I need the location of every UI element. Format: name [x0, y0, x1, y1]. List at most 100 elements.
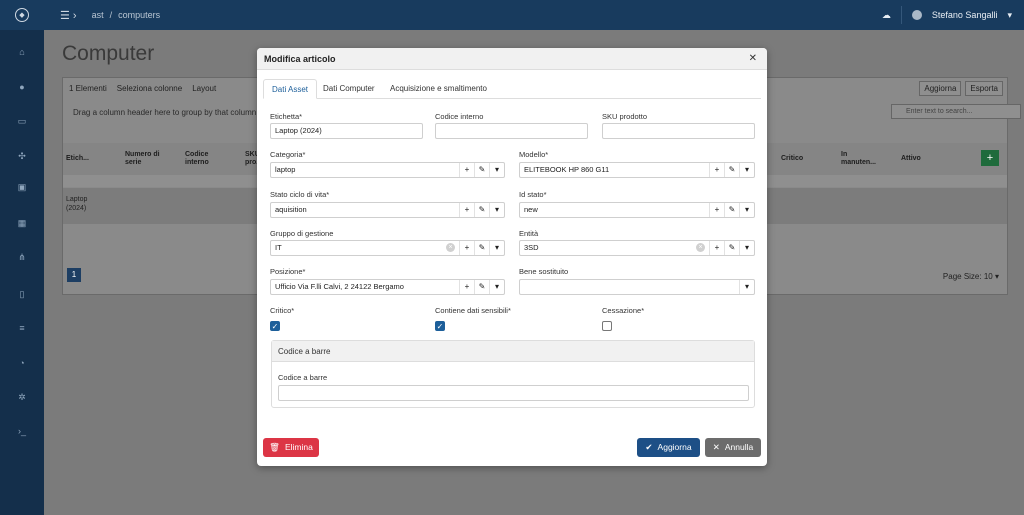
header-serial[interactable]: Numero di serie: [125, 151, 165, 167]
chevron-down-icon[interactable]: ▾: [489, 203, 504, 217]
modal-title: Modifica articolo: [257, 48, 767, 70]
header-label[interactable]: Etich...: [66, 155, 89, 163]
chevron-down-icon[interactable]: ▾: [489, 163, 504, 177]
chevron-down-icon[interactable]: ▾: [739, 280, 754, 294]
cloud-icon[interactable]: ☁: [882, 10, 891, 21]
row-label: Laptop: [66, 196, 88, 203]
cessazione-checkbox[interactable]: [602, 321, 612, 331]
home-icon[interactable]: ⌂: [17, 47, 27, 57]
list-icon[interactable]: ≡: [17, 323, 27, 333]
tree-icon[interactable]: ⋔: [17, 252, 27, 262]
plus-icon[interactable]: +: [709, 203, 724, 217]
gruppo-select[interactable]: IT × + ✎ ▾: [270, 240, 505, 256]
update-button[interactable]: ✔ Aggiorna: [637, 438, 700, 457]
chevron-down-icon[interactable]: ▾: [489, 280, 504, 294]
pencil-icon[interactable]: ✎: [474, 203, 489, 217]
document-icon[interactable]: ▯: [17, 289, 27, 299]
layout-button[interactable]: Layout: [192, 84, 216, 93]
pencil-icon[interactable]: ✎: [724, 241, 739, 255]
header-maintenance[interactable]: In manuten...: [841, 151, 876, 167]
delete-button[interactable]: 🗑 Elimina: [263, 438, 319, 457]
logo-icon: ◆: [15, 8, 29, 22]
folder-icon[interactable]: ▣: [17, 182, 27, 192]
chevron-down-icon[interactable]: ▾: [739, 163, 754, 177]
tab-dati-computer[interactable]: Dati Computer: [315, 79, 383, 99]
sku-input[interactable]: [602, 123, 755, 139]
barcode-label: Codice a barre: [278, 373, 328, 382]
chevron-down-icon[interactable]: ▾: [489, 241, 504, 255]
export-button[interactable]: Esporta: [965, 81, 1003, 96]
pencil-icon[interactable]: ✎: [474, 163, 489, 177]
breadcrumb-root[interactable]: ast: [92, 10, 104, 20]
delete-button-label: Elimina: [284, 442, 313, 452]
entita-select[interactable]: 3SD × + ✎ ▾: [519, 240, 755, 256]
plus-icon[interactable]: +: [459, 163, 474, 177]
categoria-select[interactable]: laptop + ✎ ▾: [270, 162, 505, 178]
id-card-icon[interactable]: ▭: [17, 116, 27, 126]
barcode-input[interactable]: [278, 385, 749, 401]
plus-icon[interactable]: +: [459, 203, 474, 217]
terminal-icon[interactable]: ›_: [17, 426, 27, 436]
critico-checkbox[interactable]: ✓: [270, 321, 280, 331]
id-stato-select[interactable]: new + ✎ ▾: [519, 202, 755, 218]
top-bar: ◆ ☰ › ast / computers ☁ Stefano Sangalli ▾: [0, 0, 1024, 30]
gear-icon[interactable]: ✲: [17, 392, 27, 402]
stato-select[interactable]: aquisition + ✎ ▾: [270, 202, 505, 218]
grid-icon[interactable]: ▦: [17, 218, 27, 228]
clear-icon[interactable]: ×: [446, 243, 455, 252]
modello-select[interactable]: ELITEBOOK HP 860 G11 + ✎ ▾: [519, 162, 755, 178]
page-size-value[interactable]: 10: [984, 272, 993, 281]
chevron-down-icon[interactable]: ▾: [1007, 10, 1012, 21]
chevron-down-icon[interactable]: ▾: [739, 241, 754, 255]
posizione-value: Ufficio Via F.lli Calvi, 2 24122 Bergamo: [275, 282, 404, 291]
barcode-section-title: Codice a barre: [272, 341, 754, 362]
close-icon[interactable]: ✕: [749, 53, 757, 64]
menu-toggle-icon[interactable]: ☰ ›: [60, 9, 77, 22]
header-internal-code[interactable]: Codice interno: [185, 151, 225, 167]
add-button[interactable]: +: [981, 150, 999, 166]
tab-acquisizione[interactable]: Acquisizione e smaltimento: [382, 79, 495, 99]
dati-sensibili-checkbox[interactable]: ✓: [435, 321, 445, 331]
tab-dati-asset[interactable]: Dati Asset: [263, 79, 318, 99]
barcode-section: Codice a barre Codice a barre: [271, 340, 755, 408]
posizione-select[interactable]: Ufficio Via F.lli Calvi, 2 24122 Bergamo…: [270, 279, 505, 295]
pencil-icon[interactable]: ✎: [474, 280, 489, 294]
refresh-button[interactable]: Aggiorna: [919, 81, 962, 96]
close-icon: ✕: [712, 442, 720, 452]
user-icon[interactable]: ●: [17, 82, 27, 92]
user-name[interactable]: Stefano Sangalli: [932, 10, 998, 20]
items-count: 1 Elementi: [69, 83, 107, 93]
pencil-icon[interactable]: ✎: [724, 163, 739, 177]
codice-interno-input[interactable]: [435, 123, 588, 139]
bene-sostituito-select[interactable]: ▾: [519, 279, 755, 295]
sku-label: SKU prodotto: [602, 112, 648, 121]
breadcrumb: ast / computers: [89, 10, 164, 20]
cancel-button[interactable]: ✕ Annulla: [705, 438, 761, 457]
page-1-button[interactable]: 1: [67, 268, 81, 282]
group-hint: Drag a column header here to group by th…: [73, 108, 257, 117]
cessazione-label: Cessazione*: [602, 306, 645, 315]
chart-icon[interactable]: ◔: [17, 358, 27, 368]
plus-icon[interactable]: +: [709, 163, 724, 177]
clear-icon[interactable]: ×: [696, 243, 705, 252]
sidebar: ⌂ ● ▭ ✣ ▣ ▦ ⋔ ▯ ≡ ◔ ✲ ›_: [0, 30, 44, 515]
divider: [900, 6, 902, 24]
page-size[interactable]: Page Size: 10 ▾: [943, 272, 999, 281]
select-columns-button[interactable]: Seleziona colonne: [117, 84, 182, 93]
chevron-down-icon[interactable]: ▾: [739, 203, 754, 217]
plus-icon[interactable]: +: [459, 280, 474, 294]
grid-search-input[interactable]: Enter text to search...: [891, 104, 1021, 119]
pencil-icon[interactable]: ✎: [474, 241, 489, 255]
avatar[interactable]: [911, 10, 922, 20]
trash-icon: 🗑: [269, 442, 280, 452]
header-active[interactable]: Attivo: [901, 155, 921, 163]
plus-icon[interactable]: +: [459, 241, 474, 255]
pencil-icon[interactable]: ✎: [724, 203, 739, 217]
breadcrumb-page: computers: [118, 10, 161, 20]
header-critical[interactable]: Critico: [781, 155, 803, 163]
gruppo-label: Gruppo di gestione: [270, 229, 334, 238]
app-logo[interactable]: ◆: [0, 0, 44, 30]
network-icon[interactable]: ✣: [17, 151, 27, 161]
etichetta-input[interactable]: Laptop (2024): [270, 123, 423, 139]
plus-icon[interactable]: +: [709, 241, 724, 255]
